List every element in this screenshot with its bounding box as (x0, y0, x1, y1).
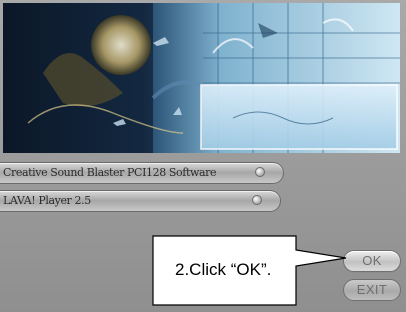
option-sound-blaster-software[interactable]: Creative Sound Blaster PCI128 Software (0, 162, 284, 184)
banner-image (3, 3, 400, 153)
ok-button[interactable]: OK (343, 250, 401, 272)
callout-text: 2.Click “OK”. (175, 260, 272, 279)
exit-button[interactable]: EXIT (343, 279, 401, 301)
option-toggle-icon[interactable] (255, 167, 265, 177)
option-label: Creative Sound Blaster PCI128 Software (3, 166, 217, 179)
option-lava-player[interactable]: LAVA! Player 2.5 (0, 190, 281, 212)
option-toggle-icon[interactable] (252, 195, 262, 205)
option-label: LAVA! Player 2.5 (3, 194, 91, 207)
